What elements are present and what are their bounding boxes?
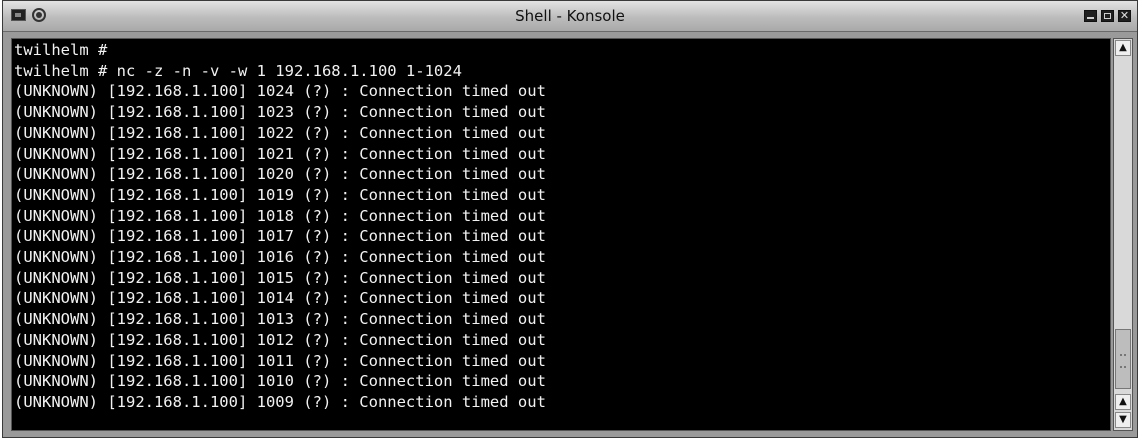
maximize-button[interactable] [1101,10,1114,22]
output-line: (UNKNOWN) [192.168.1.100] 1013 (?) : Con… [14,310,546,329]
konsole-window: Shell - Konsole ✕ twilhelm # twilhelm # n… [2,0,1138,438]
output-line: (UNKNOWN) [192.168.1.100] 1011 (?) : Con… [14,351,546,370]
scroll-thumb[interactable] [1115,329,1131,389]
output-line: (UNKNOWN) [192.168.1.100] 1015 (?) : Con… [14,268,546,287]
output-line: (UNKNOWN) [192.168.1.100] 1012 (?) : Con… [14,330,546,349]
vertical-scrollbar[interactable]: ▲ ▲ ▼ [1113,38,1133,431]
scroll-up-arrow-icon[interactable]: ▲ [1115,40,1131,56]
grip-icon [1120,354,1126,368]
output-line: (UNKNOWN) [192.168.1.100] 1024 (?) : Con… [14,82,546,101]
output-line: (UNKNOWN) [192.168.1.100] 1022 (?) : Con… [14,123,546,142]
close-button[interactable]: ✕ [1118,10,1131,22]
output-line: (UNKNOWN) [192.168.1.100] 1019 (?) : Con… [14,185,546,204]
title-bar[interactable]: Shell - Konsole ✕ [3,1,1137,32]
output-line: (UNKNOWN) [192.168.1.100] 1020 (?) : Con… [14,165,546,184]
output-line: (UNKNOWN) [192.168.1.100] 1017 (?) : Con… [14,227,546,246]
prompt-line: twilhelm # nc -z -n -v -w 1 192.168.1.10… [14,61,462,80]
output-line: (UNKNOWN) [192.168.1.100] 1023 (?) : Con… [14,103,546,122]
terminal-output[interactable]: twilhelm # twilhelm # nc -z -n -v -w 1 19… [11,38,1111,431]
scroll-down-arrow-icon[interactable]: ▼ [1115,412,1131,428]
output-line: (UNKNOWN) [192.168.1.100] 1009 (?) : Con… [14,392,546,411]
output-line: (UNKNOWN) [192.168.1.100] 1014 (?) : Con… [14,289,546,308]
output-line: (UNKNOWN) [192.168.1.100] 1021 (?) : Con… [14,144,546,163]
scroll-up-arrow-icon-bottom[interactable]: ▲ [1115,394,1131,410]
output-line: (UNKNOWN) [192.168.1.100] 1010 (?) : Con… [14,372,546,391]
window-title: Shell - Konsole [515,7,625,25]
output-line: (UNKNOWN) [192.168.1.100] 1016 (?) : Con… [14,248,546,266]
prompt-line: twilhelm # [14,41,108,59]
minimize-button[interactable] [1084,10,1097,22]
output-line: (UNKNOWN) [192.168.1.100] 1018 (?) : Con… [14,206,546,225]
